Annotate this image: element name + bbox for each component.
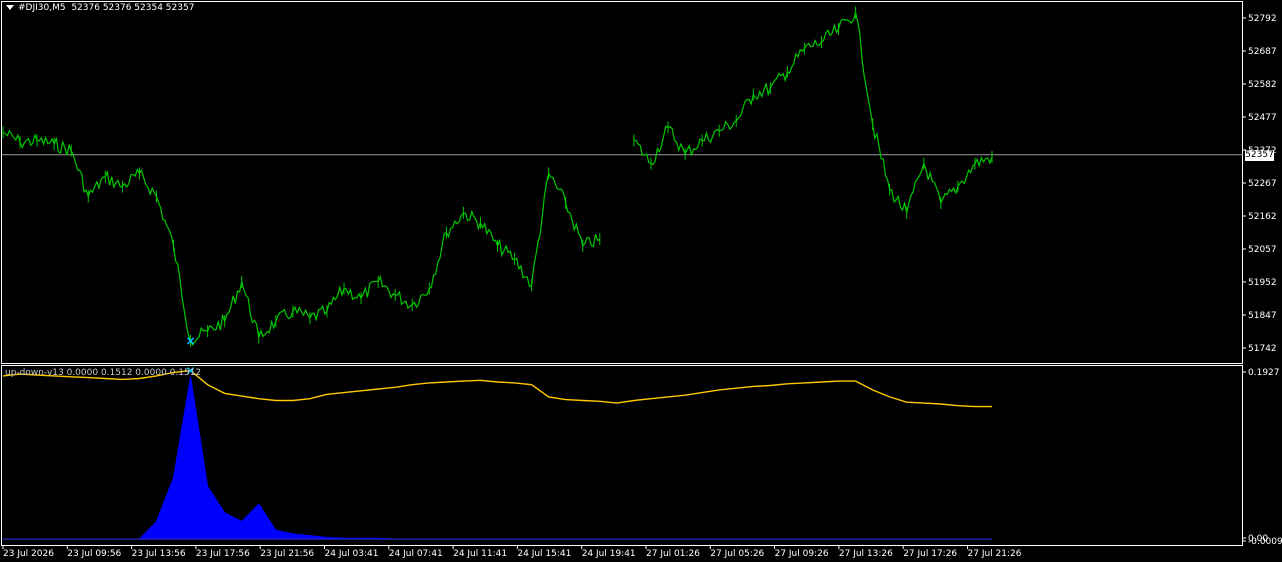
time-tick-label: 27 Jul 05:26 <box>710 549 764 559</box>
time-tick-label: 24 Jul 07:41 <box>389 549 443 559</box>
dropdown-triangle-icon[interactable] <box>6 5 14 10</box>
price-tick-label: 51952 <box>1248 278 1277 288</box>
price-tick-label: 52687 <box>1248 47 1277 57</box>
price-tick-label: 52792 <box>1248 14 1277 24</box>
price-tick-label: 52162 <box>1248 212 1277 222</box>
price-tick-label: 52477 <box>1248 113 1277 123</box>
price-tick-label: 52267 <box>1248 179 1277 189</box>
chart-title: #DJI30,M5 52376 52376 52354 52357 <box>6 3 194 13</box>
time-tick-label: 27 Jul 09:26 <box>775 549 829 559</box>
indicator-title: up-down-v13 0.0000 0.1512 0.0000 0.1512 <box>5 368 202 378</box>
time-tick-label: 27 Jul 13:26 <box>839 549 893 559</box>
symbol-label: #DJI30,M5 <box>18 3 66 13</box>
price-tick-label: 51742 <box>1248 344 1277 354</box>
time-tick-label: 24 Jul 03:41 <box>325 549 379 559</box>
time-tick-label: 23 Jul 2026 <box>3 549 54 559</box>
price-tick-label: 51847 <box>1248 311 1277 321</box>
price-tick-label: 52582 <box>1248 80 1277 90</box>
time-tick-label: 24 Jul 19:41 <box>582 549 636 559</box>
time-tick-label: 23 Jul 13:56 <box>132 549 186 559</box>
price-tick-label: 52057 <box>1248 245 1277 255</box>
time-tick-label: 27 Jul 21:26 <box>968 549 1022 559</box>
time-tick-label: 24 Jul 11:41 <box>453 549 507 559</box>
current-price-tag: 52357 <box>1245 150 1274 161</box>
time-tick-label: 23 Jul 21:56 <box>260 549 314 559</box>
chart-window[interactable]: 5279252687525825247752372522675216252057… <box>0 0 1282 562</box>
indicator-tick-label: -0.00092 <box>1248 537 1282 547</box>
time-tick-label: 23 Jul 09:56 <box>67 549 121 559</box>
indicator-tick-label: 0.1927 <box>1248 368 1280 378</box>
time-tick-label: 27 Jul 17:26 <box>903 549 957 559</box>
time-tick-label: 27 Jul 01:26 <box>646 549 700 559</box>
time-tick-label: 24 Jul 15:41 <box>517 549 571 559</box>
time-tick-label: 23 Jul 17:56 <box>196 549 250 559</box>
ohlc-values: 52376 52376 52354 52357 <box>71 3 195 13</box>
